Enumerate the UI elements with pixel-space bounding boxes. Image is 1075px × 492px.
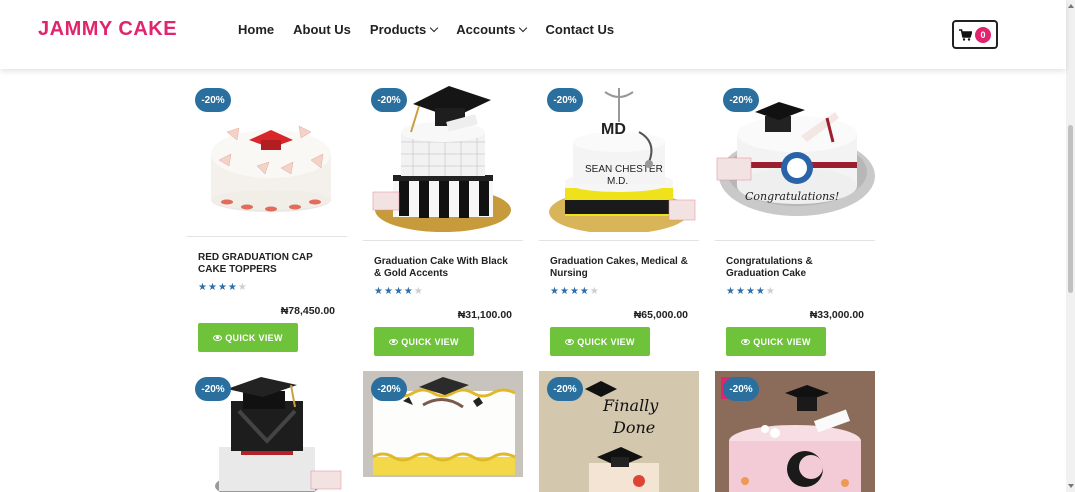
product-name[interactable]: Congratulations & Graduation Cake — [726, 256, 866, 280]
nav-contact-label: Contact Us — [545, 22, 615, 37]
product-card: -20% — [363, 371, 523, 492]
star-icon: ★ — [569, 286, 579, 297]
star-icon: ★ — [383, 286, 393, 297]
star-icon: ★ — [726, 286, 735, 297]
star-icon: ★ — [589, 286, 599, 297]
chevron-down-icon — [519, 23, 528, 32]
product-card: SEAN CHESTER M.D. MD -20% Graduation Cak… — [539, 82, 699, 362]
star-icon: ★ — [227, 282, 237, 293]
quick-view-button[interactable]: QUICK VIEW — [726, 327, 826, 356]
star-icon: ★ — [755, 286, 765, 297]
page-scrollbar[interactable] — [1066, 0, 1075, 492]
eye-icon — [741, 338, 751, 345]
svg-text:Congratulations!: Congratulations! — [745, 190, 839, 203]
nav-home-label: Home — [238, 22, 275, 37]
card-divider — [715, 240, 875, 241]
discount-badge: -20% — [371, 377, 407, 401]
star-icon: ★ — [198, 282, 207, 293]
svg-text:M.D.: M.D. — [607, 176, 628, 187]
nav-products[interactable]: Products — [369, 22, 439, 37]
product-card: -20% RED GRADUATION CAP CAKE TOPPERS ★ ★ ★… — [187, 82, 347, 362]
star-rating: ★ ★ ★ ★ ★ — [198, 283, 247, 293]
quick-view-button[interactable]: QUICK VIEW — [198, 323, 298, 352]
scroll-up-arrow-icon[interactable] — [1068, 4, 1074, 8]
star-rating: ★ ★ ★ ★ ★ — [550, 287, 599, 297]
nav-contact[interactable]: Contact Us — [545, 22, 614, 37]
svg-text:Finally: Finally — [602, 396, 659, 415]
cart-count-badge: 0 — [975, 26, 991, 43]
star-icon: ★ — [745, 286, 755, 297]
discount-badge: -20% — [195, 377, 231, 401]
star-icon: ★ — [393, 286, 403, 297]
svg-text:Done: Done — [612, 418, 655, 437]
product-card: Finally Done -20% — [539, 371, 699, 492]
product-card: -20% — [187, 371, 347, 492]
main-nav: Home About Us Products Accounts Contact … — [238, 22, 633, 37]
product-name[interactable]: RED GRADUATION CAP CAKE TOPPERS — [198, 252, 338, 276]
quick-view-label: QUICK VIEW — [753, 336, 811, 347]
star-icon: ★ — [559, 286, 569, 297]
card-divider — [539, 240, 699, 241]
product-card: Congratulations! -20% Congratulations & … — [715, 82, 875, 362]
star-icon: ★ — [579, 286, 589, 297]
star-icon: ★ — [217, 282, 227, 293]
quick-view-label: QUICK VIEW — [401, 336, 459, 347]
discount-badge: -20% — [547, 88, 583, 112]
nav-about[interactable]: About Us — [293, 22, 351, 37]
nav-accounts[interactable]: Accounts — [456, 22, 528, 37]
discount-badge: -20% — [723, 377, 759, 401]
brand-logo[interactable]: JAMMY CAKE — [38, 18, 177, 41]
star-icon: ★ — [237, 282, 247, 293]
quick-view-button[interactable]: QUICK VIEW — [550, 327, 650, 356]
product-price: ₦33,000.00 — [809, 309, 864, 321]
cart-button[interactable]: 0 — [952, 20, 998, 49]
card-divider — [187, 236, 347, 237]
product-name[interactable]: Graduation Cake With Black & Gold Accent… — [374, 256, 514, 280]
nav-home[interactable]: Home — [238, 22, 274, 37]
svg-text:MD: MD — [601, 121, 626, 138]
discount-badge: -20% — [723, 88, 759, 112]
product-price: ₦31,100.00 — [457, 309, 512, 321]
eye-icon — [389, 338, 399, 345]
star-icon: ★ — [735, 286, 745, 297]
chevron-down-icon — [430, 23, 439, 32]
star-icon: ★ — [207, 282, 217, 293]
star-icon: ★ — [550, 286, 559, 297]
eye-icon — [213, 334, 223, 341]
quick-view-button[interactable]: QUICK VIEW — [374, 327, 474, 356]
scroll-down-arrow-icon[interactable] — [1068, 484, 1074, 488]
quick-view-label: QUICK VIEW — [225, 332, 283, 343]
quick-view-label: QUICK VIEW — [577, 336, 635, 347]
product-price: ₦78,450.00 — [280, 305, 335, 317]
product-card: -20% Graduation Cake With Black & Gold A… — [363, 82, 523, 362]
scroll-thumb[interactable] — [1068, 125, 1073, 293]
product-name[interactable]: Graduation Cakes, Medical & Nursing — [550, 256, 690, 280]
product-card: -20% — [715, 371, 875, 492]
card-divider — [363, 240, 523, 241]
star-icon: ★ — [765, 286, 775, 297]
star-rating: ★ ★ ★ ★ ★ — [726, 287, 775, 297]
nav-about-label: About Us — [293, 22, 351, 37]
eye-icon — [565, 338, 575, 345]
site-header: JAMMY CAKE Home About Us Products Accoun… — [0, 0, 1066, 69]
nav-accounts-label: Accounts — [456, 22, 516, 37]
cart-icon — [959, 28, 972, 41]
star-icon: ★ — [403, 286, 413, 297]
star-icon: ★ — [374, 286, 383, 297]
discount-badge: -20% — [547, 377, 583, 401]
discount-badge: -20% — [371, 88, 407, 112]
product-price: ₦65,000.00 — [633, 309, 688, 321]
nav-products-label: Products — [369, 22, 427, 37]
star-rating: ★ ★ ★ ★ ★ — [374, 287, 423, 297]
discount-badge: -20% — [195, 88, 231, 112]
star-icon: ★ — [413, 286, 423, 297]
